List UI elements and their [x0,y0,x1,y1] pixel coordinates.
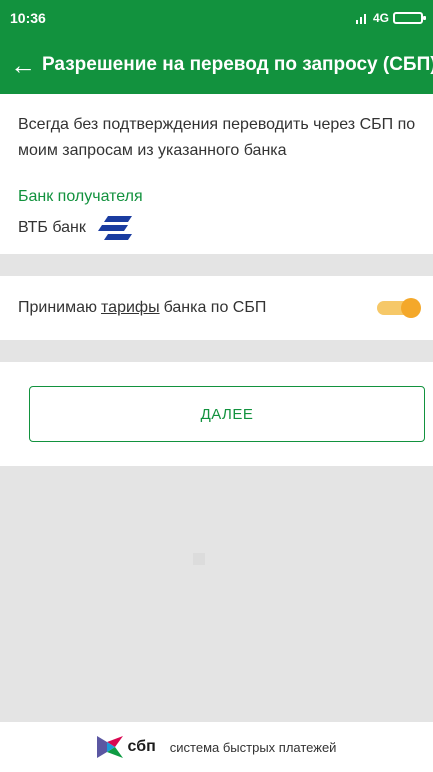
app-bar: ← Разрешение на перевод по запросу (СБП) [0,36,433,94]
recipient-bank-label: Банк получателя [18,188,143,205]
sbp-caption: система быстрых платежей [169,739,337,755]
vtb-logo-icon [96,214,134,242]
toggle-knob [401,298,421,318]
signal-icon [355,14,366,24]
tariffs-row: Принимаю тарифы банка по СБП [0,276,433,340]
tariffs-text-before: Принимаю [18,299,98,316]
tariffs-card: Принимаю тарифы банка по СБП [0,276,433,340]
network-type: 4G [372,11,389,25]
accept-tariffs-toggle[interactable] [377,298,421,318]
tariffs-text-after: банка по СБП [163,299,267,316]
recipient-bank-row: ВТБ банк [18,214,134,242]
status-bar: 10:36 4G [0,0,433,36]
footer: сбп система быстрых платежей [0,722,433,772]
page-title: Разрешение на перевод по запросу (СБП) [42,54,433,75]
loading-placeholder [193,553,205,565]
bank-info-card: Всегда без подтверждения переводить чере… [0,94,433,254]
sbp-logo-icon [96,736,123,758]
bank-name: ВТБ банк [18,219,86,236]
actions-card: ДАЛЕЕ [0,362,433,466]
sbp-logo-text: сбп [127,738,156,755]
battery-icon [393,12,426,24]
description-text: Всегда без подтверждения переводить чере… [18,116,416,159]
status-time: 10:36 [10,10,46,26]
sbp-logo: сбп [96,736,156,758]
next-button[interactable]: ДАЛЕЕ [29,386,425,442]
tariffs-link[interactable]: тарифы [101,299,160,317]
status-indicators: 4G [355,11,426,25]
back-arrow-icon[interactable]: ← [10,52,36,78]
